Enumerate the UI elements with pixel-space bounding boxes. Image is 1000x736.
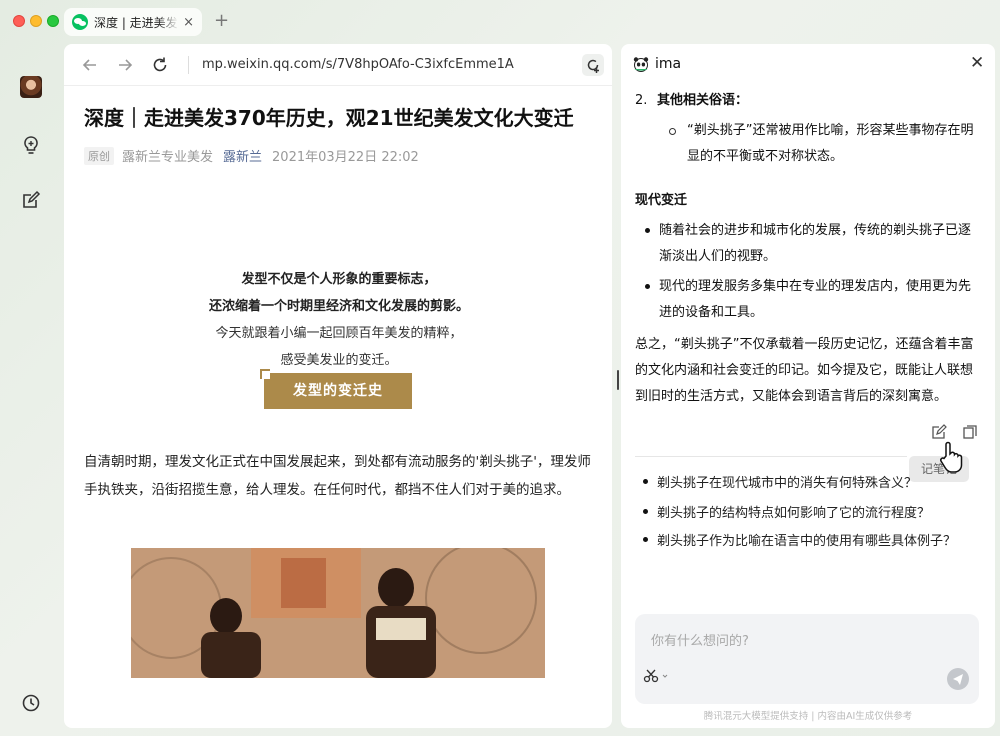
scissors-icon[interactable] — [643, 668, 669, 684]
section-badge: 发型的变迁史 — [260, 369, 412, 409]
url-bar[interactable]: mp.weixin.qq.com/s/7V8hpOAfo-C3ixfcEmme1… — [202, 57, 514, 72]
chat-input-box[interactable]: 你有什么想问的? — [635, 614, 979, 704]
list-item-title: 其他相关俗语： — [657, 93, 749, 108]
browser-toolbar: mp.weixin.qq.com/s/7V8hpOAfo-C3ixfcEmme1… — [64, 44, 612, 86]
browser-tab[interactable]: 深度 | 走进美发370年 × — [64, 8, 202, 36]
original-tag: 原创 — [84, 146, 114, 165]
article: 深度｜走进美发370年历史，观21世纪美发文化大变迁 原创 露新兰专业美发 露新… — [84, 102, 594, 165]
save-note-icon[interactable] — [931, 424, 947, 440]
ima-title: ima — [655, 56, 682, 72]
list-number: 2. — [635, 93, 648, 108]
article-meta: 原创 露新兰专业美发 露新兰 2021年03月22日 22:02 — [84, 146, 594, 165]
answer-divider — [635, 456, 907, 457]
tab-title: 深度 | 走进美发370年 — [94, 15, 179, 30]
tab-close-icon[interactable]: × — [183, 15, 194, 30]
intro-line: 今天就跟着小编一起回顾百年美发的精粹， — [215, 326, 463, 341]
panel-resize-handle[interactable] — [617, 370, 619, 390]
sub-list-item: “剃头挑子”还常被用作比喻，形容某些事物存在明显的不平衡或不对称状态。 — [657, 118, 981, 170]
answer-summary: 总之，“剃头挑子”不仅承载着一段历史记忆，还蕴含着丰富的文化内涵和社会变迁的印记… — [635, 337, 974, 404]
add-to-knowledge-icon[interactable] — [582, 54, 604, 76]
history-clock-icon[interactable] — [21, 693, 41, 713]
suggested-question[interactable]: 剃头挑子的结构特点如何影响了它的流行程度？ — [635, 502, 975, 521]
bullet-item: 随着社会的进步和城市化的发展，传统的剃头挑子已逐渐淡出人们的视野。 — [635, 218, 981, 270]
new-tab-button[interactable]: + — [214, 10, 229, 31]
article-date: 2021年03月22日 22:02 — [272, 150, 419, 165]
edit-note-icon[interactable] — [21, 190, 41, 210]
answer-list-item: 2. 其他相关俗语： — [635, 88, 981, 114]
close-panel-icon[interactable]: ✕ — [970, 53, 984, 73]
wechat-icon — [72, 14, 88, 30]
avatar[interactable] — [20, 76, 42, 98]
send-icon[interactable] — [947, 668, 969, 690]
article-source[interactable]: 露新兰专业美发 — [122, 146, 213, 165]
intro-line: 还浓缩着一个时期里经济和文化发展的剪影。 — [208, 299, 469, 314]
suggested-question[interactable]: 剃头挑子作为比喻在语言中的使用有哪些具体例子？ — [635, 530, 975, 549]
browser-panel: mp.weixin.qq.com/s/7V8hpOAfo-C3ixfcEmme1… — [64, 44, 612, 728]
article-intro: 发型不仅是个人形象的重要标志， 还浓缩着一个时期里经济和文化发展的剪影。 今天就… — [84, 266, 594, 374]
ai-answer: 2. 其他相关俗语： “剃头挑子”还常被用作比喻，形容某些事物存在明显的不平衡或… — [635, 88, 981, 410]
section-title: 现代变迁 — [635, 193, 688, 208]
panda-logo-icon — [633, 57, 649, 72]
chat-input-placeholder: 你有什么想问的? — [651, 634, 749, 649]
ima-assistant-panel: ima ✕ 2. 其他相关俗语： “剃头挑子”还常被用作比喻，形容某些事物存在明… — [621, 44, 995, 728]
bullet-item: 现代的理发服务多集中在专业的理发店内，使用更为先进的设备和工具。 — [635, 274, 981, 326]
section-badge-label: 发型的变迁史 — [264, 373, 412, 409]
lightbulb-icon[interactable] — [21, 135, 41, 155]
intro-line: 发型不仅是个人形象的重要标志， — [241, 272, 437, 287]
ima-header: ima ✕ — [621, 44, 995, 84]
ai-footnote: 腾讯混元大模型提供支持 | 内容由AI生成仅供参考 — [703, 711, 913, 722]
intro-line: 感受美发业的变迁。 — [280, 353, 398, 368]
minimize-window-button[interactable] — [30, 15, 42, 27]
copy-icon[interactable] — [962, 424, 978, 440]
article-paragraph: 自清朝时期，理发文化正式在中国发展起来，到处都有流动服务的'剃头挑子'，理发师手… — [84, 454, 591, 498]
article-photo — [131, 548, 545, 678]
url-separator — [188, 56, 189, 74]
title-bar: 深度 | 走进美发370年 × + — [0, 0, 1000, 44]
back-arrow-icon[interactable] — [80, 55, 100, 75]
hand-cursor-icon — [940, 441, 963, 473]
badge-corner-decoration — [260, 369, 270, 379]
reload-icon[interactable] — [150, 55, 170, 75]
maximize-window-button[interactable] — [47, 15, 59, 27]
article-author[interactable]: 露新兰 — [223, 146, 262, 165]
forward-arrow-icon[interactable] — [115, 55, 135, 75]
article-title: 深度｜走进美发370年历史，观21世纪美发文化大变迁 — [84, 106, 574, 130]
suggested-question[interactable]: 剃头挑子在现代城市中的消失有何特殊含义？ — [635, 472, 975, 491]
close-window-button[interactable] — [13, 15, 25, 27]
